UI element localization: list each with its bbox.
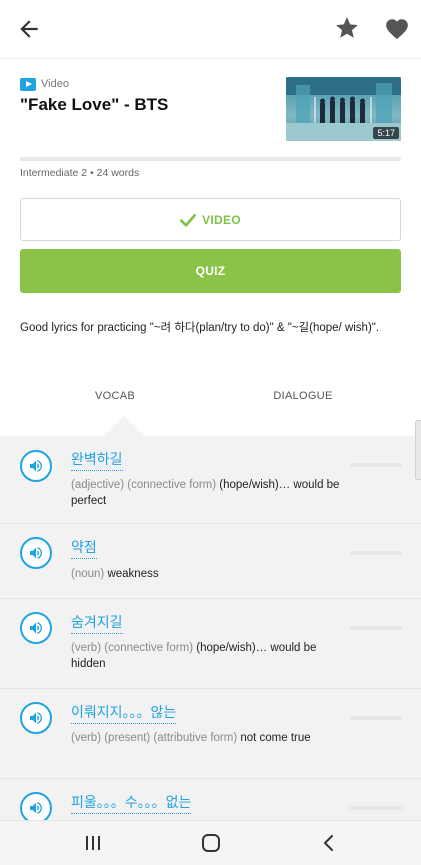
vocab-grammar: (verb) (connective form) (71, 642, 194, 654)
vocab-row[interactable]: 약점 (noun) weakness (0, 524, 421, 599)
speaker-icon (30, 712, 42, 724)
vocab-definition: (noun) weakness (71, 566, 341, 582)
tab-dialogue[interactable]: DIALOGUE (200, 376, 406, 416)
speaker-button[interactable] (20, 792, 52, 820)
speaker-button[interactable] (20, 702, 52, 734)
lesson-progress-bar (20, 157, 401, 161)
speaker-button[interactable] (20, 537, 52, 569)
vocab-definition: (adjective) (connective form) (hope/wish… (71, 477, 341, 509)
content-type: Video (20, 77, 69, 91)
vocab-row[interactable]: 숨겨지길 (verb) (connective form) (hope/wish… (0, 599, 421, 689)
quiz-button-label: QUIZ (195, 264, 226, 278)
selected-tab-indicator (104, 416, 144, 436)
recent-apps-icon[interactable] (84, 834, 102, 852)
arrow-left-icon[interactable] (16, 16, 42, 42)
tab-bar: VOCAB DIALOGUE (0, 376, 421, 416)
vocab-definition: (verb) (connective form) (hope/wish)… wo… (71, 640, 341, 672)
lesson-meta: Intermediate 2 • 24 words (20, 167, 140, 179)
system-nav-bar (0, 820, 421, 865)
vocab-list[interactable]: 완벽하길 (adjective) (connective form) (hope… (0, 436, 421, 820)
vocab-word[interactable]: 피울。。。수。。。없는 (71, 792, 192, 814)
lesson-description: Good lyrics for practicing "~려 하다(plan/t… (20, 322, 380, 334)
mastery-bar (350, 716, 402, 720)
speaker-icon (30, 460, 42, 472)
top-divider (0, 58, 421, 59)
check-icon (180, 213, 197, 227)
vocab-row[interactable]: 이뤄지지。。。않는 (verb) (present) (attributive … (0, 689, 421, 779)
vocab-grammar: (adjective) (connective form) (71, 479, 217, 491)
vocab-grammar: (verb) (present) (attributive form) (71, 732, 238, 744)
content-type-label: Video (41, 78, 69, 90)
vocab-definition: (verb) (present) (attributive form) not … (71, 730, 341, 746)
play-icon (20, 77, 36, 91)
mastery-bar (350, 626, 402, 630)
video-button-label: VIDEO (202, 212, 241, 227)
nav-back-icon[interactable] (320, 833, 338, 853)
vocab-row[interactable]: 피울。。。수。。。없는 (0, 779, 421, 820)
home-icon[interactable] (201, 833, 221, 853)
tab-vocab[interactable]: VOCAB (0, 376, 230, 416)
heart-icon[interactable] (384, 16, 410, 42)
mastery-bar (350, 551, 402, 555)
vocab-row[interactable]: 완벽하길 (adjective) (connective form) (hope… (0, 436, 421, 524)
vocab-word[interactable]: 완벽하길 (71, 449, 123, 471)
speaker-icon (30, 547, 42, 559)
video-duration: 5:17 (373, 127, 399, 139)
vocab-meaning: not come true (240, 732, 311, 744)
scroll-handle[interactable] (415, 420, 421, 480)
speaker-icon (30, 622, 42, 634)
star-icon[interactable] (334, 15, 360, 41)
vocab-word[interactable]: 이뤄지지。。。않는 (71, 702, 177, 724)
speaker-button[interactable] (20, 612, 52, 644)
speaker-icon (30, 802, 42, 814)
speaker-button[interactable] (20, 450, 52, 482)
video-thumbnail[interactable]: 5:17 (286, 77, 401, 141)
video-button[interactable]: VIDEO (20, 198, 401, 241)
vocab-word[interactable]: 약점 (71, 537, 97, 559)
mastery-bar (350, 463, 402, 467)
vocab-grammar: (noun) (71, 568, 105, 580)
lesson-title: "Fake Love" - BTS (20, 95, 169, 114)
quiz-button[interactable]: QUIZ (20, 249, 401, 293)
vocab-word[interactable]: 숨겨지길 (71, 612, 123, 634)
mastery-bar (350, 806, 402, 810)
vocab-meaning: weakness (107, 568, 159, 580)
top-bar (0, 0, 421, 58)
